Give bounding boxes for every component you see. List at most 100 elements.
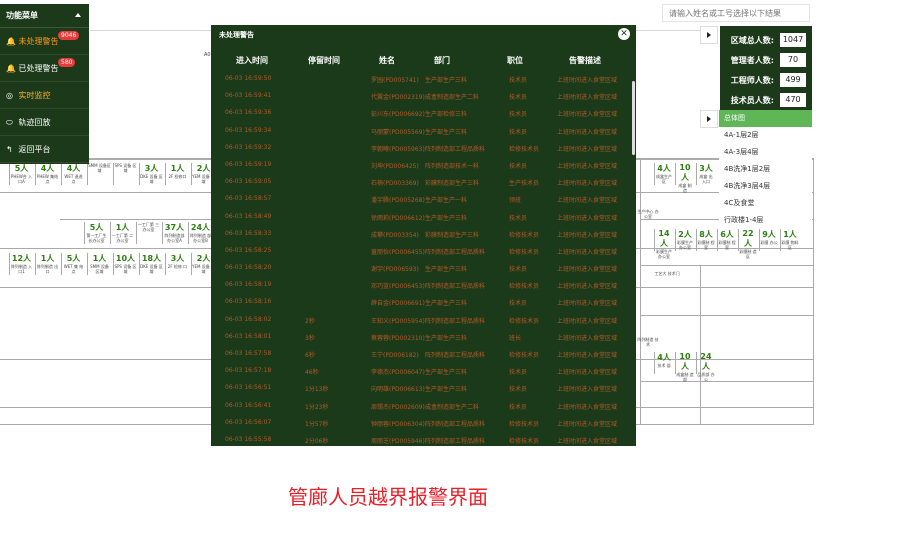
area-label: 一工厂第 二办公室 xyxy=(111,233,134,243)
area-cell[interactable]: 3人 2F 检修 口 xyxy=(165,253,189,275)
column-header: 部门 xyxy=(434,56,450,65)
area-cell[interactable]: 22人 彩膜制 造区 xyxy=(738,229,757,259)
table-row[interactable]: 06-03 16:58:02 2秒 王知义(PD005954) 阵列制造部工程品质科 检… xyxy=(211,312,629,329)
table-cell: 检修技术员 xyxy=(509,352,540,359)
area-cell[interactable]: 24人 品质部 办公 xyxy=(696,352,715,382)
table-row[interactable]: 06-03 16:58:25 童丽怡(PD006455) 阵列制造部工程品质科 检修技… xyxy=(211,243,629,260)
floor-item[interactable]: 4B洗净1层2层 xyxy=(719,161,812,178)
table-cell: 罗园(PD005741) xyxy=(371,77,419,84)
floor-item[interactable]: 4C及食堂 xyxy=(719,195,812,212)
area-cell[interactable]: SMM 设备区域 xyxy=(87,163,111,185)
stats-panel: 区域总人数: 1047 管理者人数: 70 工程师人数: 499 技术员人数: 470 xyxy=(720,26,812,110)
area-label: DKE 设备 区域 xyxy=(140,174,163,184)
menu-item-handled-alarms[interactable]: 🔔 已处理警告 580 xyxy=(0,55,89,82)
table-row[interactable]: 06-03 16:59:41 代翼金(PD002319) 成盒制造部生产二科 技术员 上… xyxy=(211,88,629,105)
area-cell[interactable]: 4人 成盒生产 区 xyxy=(654,163,673,185)
table-cell: 技术员 xyxy=(509,162,528,170)
table-row[interactable]: 06-03 16:59:19 刘坤(PD006425) 阵列制造部技术一科 技术员 上班… xyxy=(211,157,629,174)
table-cell: 上班时间进入食堂区域 xyxy=(557,162,618,170)
table-cell: 钟丽蓉(PD006304) xyxy=(371,420,425,428)
stats-toggle-button[interactable] xyxy=(700,26,718,44)
area-cell[interactable]: 4人 WET 退进 点 xyxy=(61,163,85,185)
area-cell[interactable]: 10人 成盒制 造部 xyxy=(675,352,694,382)
floor-item[interactable]: 行政楼1-4层 xyxy=(719,212,812,229)
table-row[interactable]: 06-03 16:56:41 1分23秒 周锡杰(PD002609) 成盒制造部生产二… xyxy=(211,398,629,415)
subplan-title: A0 xyxy=(204,52,211,58)
area-cell[interactable]: 1人 彩膜 物料区 xyxy=(780,229,799,251)
area-cell[interactable]: 1人 2F 检修口 xyxy=(165,163,189,185)
table-row[interactable]: 06-03 16:57:58 6秒 王宁(PD006182) 阵列制造部工程品质科 检修… xyxy=(211,346,629,363)
table-cell: 周丽芝(PD005946) xyxy=(371,437,425,445)
table-cell: 阵列制造部工程品质科 xyxy=(425,420,486,428)
collapse-icon[interactable] xyxy=(75,13,81,17)
close-icon[interactable]: ✕ xyxy=(618,28,630,40)
menu-header[interactable]: 功能菜单 xyxy=(0,4,89,28)
table-cell: 上班时间进入食堂区域 xyxy=(557,317,618,325)
table-row[interactable]: 06-03 16:58:20 谢宇(PD006593) 生产部生产三科 技术员 上班时间… xyxy=(211,260,629,277)
area-cell[interactable]: 5人 第一工厂生 长办公室 xyxy=(84,222,108,244)
floor-item[interactable]: 总体图 xyxy=(719,110,812,127)
table-row[interactable]: 06-03 16:57:18 46秒 李德杰(PD006047) 生产部生产三科 技术员… xyxy=(211,363,629,380)
area-cell[interactable]: 5人 WET 集 结点 xyxy=(61,253,85,275)
table-row[interactable]: 06-03 16:58:49 徐雨莉(PD006612) 生产部生产三科 技术员 上班时… xyxy=(211,209,629,226)
table-row[interactable]: 06-03 16:56:51 1分13秒 向明雄(PD006613) 生产部生产三科 技… xyxy=(211,380,629,397)
table-row[interactable]: 06-03 16:58:16 薛自金(PD006691) 生产部生产三科 技术员 上班时… xyxy=(211,294,629,311)
table-cell: 上班时间进入食堂区域 xyxy=(557,248,618,256)
area-label: 2F 检修 口 xyxy=(167,264,188,269)
menu-item-return-platform[interactable]: ↰ 返回平台 xyxy=(0,136,89,163)
alarm-table-body[interactable]: 06-03 16:59:50 罗园(PD005741) 生产部生产三科 技术员 上班时间… xyxy=(211,71,629,446)
area-cell[interactable]: SPS 设备 区域 xyxy=(113,163,137,185)
area-cell[interactable]: 10人 SPS 设备 区域 xyxy=(113,253,137,275)
area-count: 18人 xyxy=(141,254,162,263)
area-cell[interactable]: 12人 阵列制造 入口1 xyxy=(9,253,33,275)
table-row[interactable]: 06-03 16:59:32 李朝曦(PD005963) 阵列制造部工程品质科 检修技… xyxy=(211,140,629,157)
area-cell[interactable]: 2人 彩膜生产 办公室 xyxy=(675,229,694,251)
table-row[interactable]: 06-03 16:59:34 马丽蒙(PD005569) 生产部生产三科 技术员 上班时… xyxy=(211,123,629,140)
area-cell[interactable]: 14人 彩膜生产 办公室 xyxy=(654,229,673,259)
area-cell[interactable]: 10人 成盒 制 造 xyxy=(675,163,694,193)
search-input[interactable] xyxy=(662,4,810,22)
area-cell[interactable]: 9人 彩膜 办公 xyxy=(759,229,778,251)
area-cell[interactable]: 6人 彩膜制 程室 xyxy=(717,229,736,251)
area-cell[interactable]: 3人 DKE 设备 区域 xyxy=(139,163,163,185)
table-row[interactable]: 06-03 16:55:58 2分06秒 周丽芝(PD005946) 阵列制造部工程品… xyxy=(211,432,629,446)
menu-item-track-playback[interactable]: ⬭ 轨迹回放 xyxy=(0,109,89,136)
area-count: 14人 xyxy=(658,229,670,248)
table-row[interactable]: 06-03 16:58:33 成攀(PD003354) 彩膜制造部生产三科 检修技术员… xyxy=(211,226,629,243)
area-cell[interactable]: 4人 PHEW 集结点 xyxy=(35,163,59,185)
area-cell[interactable]: 1人 阵列制造 出口 xyxy=(35,253,59,275)
area-cell[interactable]: 1人 SMM 设备 区域 xyxy=(87,253,111,275)
table-row[interactable]: 06-03 16:59:50 罗园(PD005741) 生产部生产三科 技术员 上班时间… xyxy=(211,71,629,88)
table-row[interactable]: 06-03 16:59:36 彭川东(PD006692) 生产部检修三科 技术员 上班时… xyxy=(211,105,629,122)
area-count: 1人 xyxy=(115,223,130,232)
area-cell[interactable]: 5人 PHEW合 入口A xyxy=(9,163,33,185)
table-row[interactable]: 06-03 16:59:05 石楠(PD003369) 彩膜制造部生产三科 生产技术员… xyxy=(211,174,629,191)
table-row[interactable]: 06-03 16:58:57 潘宇腾(PD005268) 生产部生产一科 领班 上班时间… xyxy=(211,191,629,208)
menu-item-live-monitor[interactable]: ◎ 实时监控 xyxy=(0,82,89,109)
floor-item[interactable]: 4A-3层4层 xyxy=(719,144,812,161)
table-cell: 06-03 16:59:34 xyxy=(225,126,272,134)
scrollbar[interactable] xyxy=(632,81,635,155)
table-row[interactable]: 06-03 16:56:07 1分57秒 钟丽蓉(PD006304) 阵列制造部工程品… xyxy=(211,415,629,432)
floor-item[interactable]: 4B洗净3层4层 xyxy=(719,178,812,195)
area-cell[interactable]: 1人 一工厂第 二办公室 xyxy=(110,222,134,244)
table-row[interactable]: 06-03 16:58:19 邓巧蓝(PD006453) 阵列制造部工程品质科 检修技… xyxy=(211,277,629,294)
menu-item-unhandled-alarms[interactable]: 🔔 未处理警告 9046 xyxy=(0,28,89,55)
table-cell: 王知义(PD005954) xyxy=(371,317,425,325)
floor-item[interactable]: 4A-1层2层 xyxy=(719,127,812,144)
area-cell[interactable]: 一工厂第 三办公室 xyxy=(136,222,160,244)
area-cell[interactable]: 24人 阵列制造 部办公室B xyxy=(188,222,212,244)
table-cell: 06-03 16:58:20 xyxy=(225,264,272,272)
table-cell: 技术员 xyxy=(509,214,528,222)
area-label: SPS 设备 区域 xyxy=(114,264,137,274)
area-cell[interactable]: 3人 成盒 出 入口 xyxy=(696,163,715,185)
floor-list-toggle-button[interactable] xyxy=(700,110,718,128)
table-cell: 技术员 xyxy=(509,128,528,136)
table-row[interactable]: 06-03 16:58:01 3秒 蔡蓉蓉(PD002310) 生产部生产三科 班长 上班… xyxy=(211,329,629,346)
area-cell[interactable]: 37人 阵列制造部 办公室A xyxy=(162,222,186,244)
area-cell[interactable]: 8人 彩膜制 程室 xyxy=(696,229,715,251)
area-count: 1人 xyxy=(40,254,55,263)
area-cell[interactable]: 18人 DKE 设备 区域 xyxy=(139,253,163,275)
table-cell: 2秒 xyxy=(305,317,315,325)
area-label: 品质部 办公 xyxy=(697,372,715,382)
